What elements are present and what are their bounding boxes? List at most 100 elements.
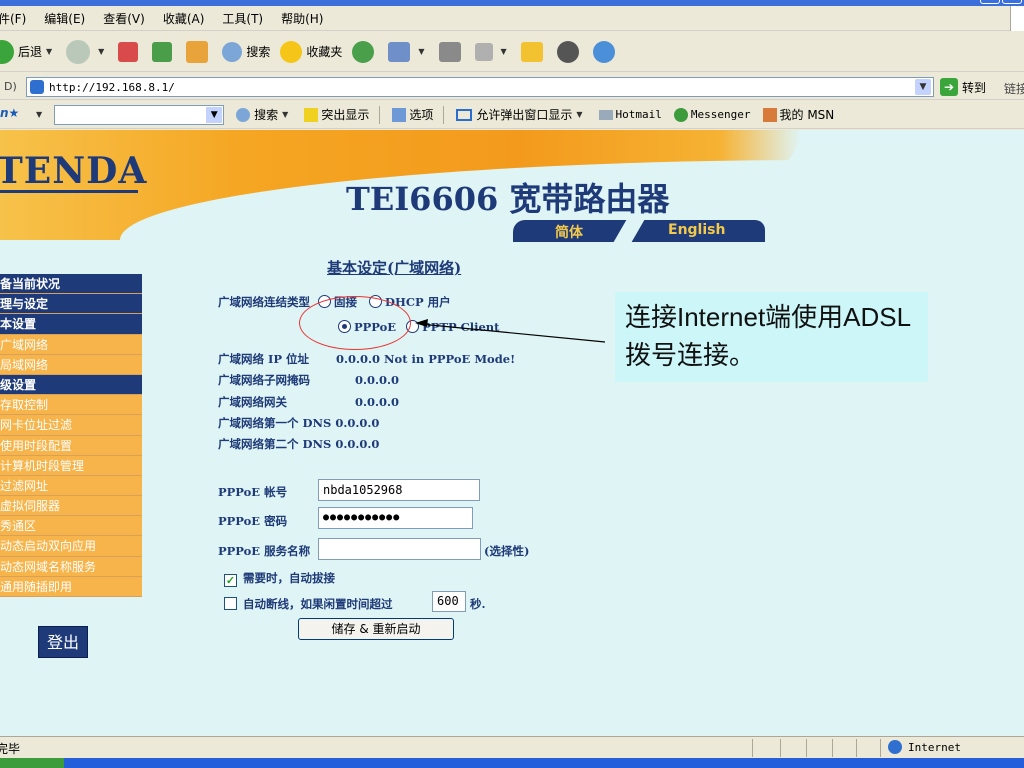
start-button[interactable] bbox=[0, 758, 64, 768]
chevron-down-icon[interactable]: ▼ bbox=[576, 110, 582, 119]
security-zone: Internet bbox=[888, 740, 961, 754]
zone-label: Internet bbox=[908, 740, 961, 754]
chevron-down-icon[interactable]: ▼ bbox=[98, 47, 104, 56]
windows-logo-area bbox=[1010, 6, 1024, 31]
my-msn-icon bbox=[762, 107, 777, 122]
go-button[interactable]: ➔ 转到 bbox=[940, 78, 986, 96]
menu-help[interactable]: 帮助(H) bbox=[281, 10, 323, 27]
people-icon bbox=[592, 40, 615, 63]
highlight-button[interactable]: 突出显示 bbox=[304, 106, 369, 123]
mail-icon bbox=[598, 109, 613, 120]
back-label: 后退 bbox=[18, 45, 43, 59]
status-divider bbox=[832, 739, 833, 757]
toolbar-divider bbox=[443, 105, 445, 124]
back-arrow-icon bbox=[0, 39, 14, 64]
stop-button[interactable] bbox=[118, 37, 142, 67]
messenger-icon bbox=[556, 40, 579, 63]
my-msn-button[interactable]: 我的 MSN bbox=[762, 106, 834, 123]
messenger-icon bbox=[673, 107, 688, 122]
edit-icon bbox=[474, 42, 493, 61]
forward-button[interactable]: ▼ bbox=[66, 37, 108, 67]
hotmail-button[interactable]: Hotmail bbox=[598, 108, 662, 121]
refresh-button[interactable] bbox=[152, 37, 176, 67]
menu-edit[interactable]: 编辑(E) bbox=[44, 10, 85, 27]
folder-icon bbox=[520, 41, 543, 62]
home-button[interactable] bbox=[186, 37, 212, 67]
popup-button[interactable]: 允许弹出窗口显示 ▼ bbox=[456, 106, 586, 123]
minimize-button[interactable] bbox=[980, 0, 1000, 4]
address-input[interactable]: http://192.168.8.1/ ▼ bbox=[26, 77, 934, 97]
msn-search-input[interactable]: ▼ bbox=[54, 104, 225, 125]
msn-search-label: 搜索 bbox=[254, 108, 279, 122]
search-icon bbox=[236, 107, 251, 122]
msn-toolbar: n★ ▼ ▼ 搜索 ▼ 突出显示 选项 允许弹出窗口显示 ▼ Hotmail Mes… bbox=[0, 101, 1024, 129]
menu-tools[interactable]: 工具(T) bbox=[222, 10, 263, 27]
options-label: 选项 bbox=[409, 108, 434, 122]
highlight-label: 突出显示 bbox=[321, 108, 370, 122]
address-label: D) bbox=[4, 80, 17, 93]
maximize-button[interactable] bbox=[1002, 0, 1022, 4]
history-button[interactable] bbox=[352, 37, 378, 67]
page-content: TENDA TEI6606 宽带路由器 简体 English 备当前状况 理与设定… bbox=[0, 130, 1024, 736]
msn-logo-icon[interactable]: n★ bbox=[0, 106, 28, 124]
links-label[interactable]: 链接 bbox=[1004, 80, 1024, 97]
chevron-down-icon[interactable]: ▼ bbox=[206, 106, 223, 123]
mail-button[interactable]: ▼ bbox=[388, 37, 428, 67]
status-divider bbox=[880, 739, 881, 757]
menu-favorites[interactable]: 收藏(A) bbox=[163, 10, 205, 27]
pointer-arrow bbox=[415, 319, 606, 343]
search-button[interactable]: 搜索 bbox=[222, 37, 270, 67]
edit-button[interactable]: ▼ bbox=[474, 37, 511, 67]
chevron-down-icon[interactable]: ▼ bbox=[418, 47, 424, 56]
messenger-toolbar-button[interactable] bbox=[556, 37, 583, 67]
go-label: 转到 bbox=[962, 80, 987, 95]
status-text: 完毕 bbox=[0, 742, 21, 756]
favorites-label: 收藏夹 bbox=[306, 45, 343, 59]
address-bar: D) http://192.168.8.1/ ▼ ➔ 转到 链接 bbox=[0, 74, 1024, 100]
msn-search-button[interactable]: 搜索 ▼ bbox=[236, 106, 292, 123]
popup-icon bbox=[456, 108, 473, 121]
menu-bar: 件(F) 编辑(E) 查看(V) 收藏(A) 工具(T) 帮助(H) bbox=[0, 6, 1024, 31]
address-url: http://192.168.8.1/ bbox=[49, 81, 175, 94]
status-divider bbox=[806, 739, 807, 757]
history-icon bbox=[352, 40, 375, 63]
search-icon bbox=[222, 41, 243, 62]
messenger-label: Messenger bbox=[690, 108, 751, 121]
options-icon bbox=[392, 107, 407, 122]
favorites-button[interactable]: 收藏夹 bbox=[280, 37, 342, 67]
status-divider bbox=[856, 739, 857, 757]
globe-icon bbox=[888, 740, 902, 754]
go-arrow-icon: ➔ bbox=[940, 78, 958, 96]
discuss-button[interactable] bbox=[520, 37, 547, 67]
print-icon bbox=[438, 41, 461, 62]
chevron-down-icon[interactable]: ▼ bbox=[36, 110, 42, 119]
status-divider bbox=[752, 739, 753, 757]
menu-view[interactable]: 查看(V) bbox=[103, 10, 145, 27]
refresh-icon bbox=[152, 41, 173, 62]
forward-arrow-icon bbox=[66, 39, 91, 64]
hotmail-label: Hotmail bbox=[615, 108, 662, 121]
options-button[interactable]: 选项 bbox=[392, 106, 433, 123]
popup-label: 允许弹出窗口显示 bbox=[476, 108, 573, 122]
chevron-down-icon[interactable]: ▼ bbox=[282, 110, 288, 119]
menu-file[interactable]: 件(F) bbox=[0, 10, 26, 27]
chevron-down-icon[interactable]: ▼ bbox=[46, 47, 52, 56]
print-button[interactable] bbox=[438, 37, 465, 67]
home-icon bbox=[186, 40, 209, 63]
msn-people-button[interactable] bbox=[592, 37, 619, 67]
standard-toolbar: 后退 ▼ ▼ 搜索 收藏夹 ▼ ▼ bbox=[0, 32, 1024, 72]
stop-icon bbox=[118, 41, 139, 62]
status-bar: 完毕 Internet bbox=[0, 736, 1024, 758]
page-icon bbox=[30, 80, 44, 94]
toolbar-divider bbox=[379, 105, 381, 124]
status-divider bbox=[780, 739, 781, 757]
chevron-down-icon[interactable]: ▼ bbox=[501, 47, 507, 56]
star-icon bbox=[280, 40, 303, 63]
highlight-icon bbox=[304, 107, 319, 122]
messenger-button[interactable]: Messenger bbox=[673, 107, 751, 122]
annotation-callout: 连接Internet端使用ADSL拨号连接。 bbox=[615, 292, 928, 382]
back-button[interactable]: 后退 ▼ bbox=[0, 37, 56, 67]
search-label: 搜索 bbox=[246, 45, 271, 59]
windows-taskbar bbox=[0, 758, 1024, 768]
chevron-down-icon[interactable]: ▼ bbox=[915, 79, 931, 95]
